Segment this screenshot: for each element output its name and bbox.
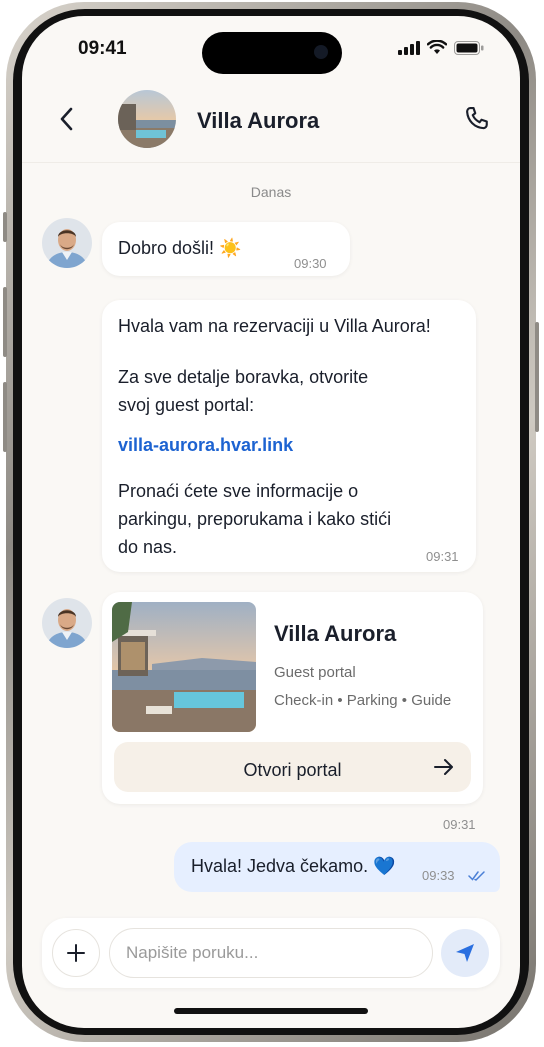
battery-icon [454,40,484,55]
card-features: Check-in • Parking • Guide [274,692,452,709]
volume-down-button [3,382,7,452]
screen: 09:41 Villa Aurora Danas Dobro došli! ☀️… [22,16,520,1028]
volume-up-button [3,287,7,357]
message-text: Za sve detalje boravka, otvorite [118,367,369,387]
wifi-icon [427,40,447,54]
message-text: parkingu, preporukama i kako stići [118,509,392,529]
message-text: Dobro došli! ☀️ [118,238,242,258]
silent-switch [3,212,7,242]
message-text: svoj guest portal: [118,395,255,415]
message-bubble: Hvala vam na rezervaciji u Villa Aurora!… [102,300,476,572]
message-text: Hvala! Jedva čekamo. 💙 [191,856,396,876]
plus-icon [67,944,85,962]
dynamic-island [202,32,342,74]
message-time: 09:30 [294,256,327,271]
status-time: 09:41 [78,38,127,59]
send-icon [456,944,474,962]
my-message-bubble: Hvala! Jedva čekamo. 💙 09:33 [174,842,500,892]
signal-icon [398,40,420,55]
send-button[interactable] [441,929,489,977]
host-avatar[interactable] [42,598,92,648]
add-attachment-button[interactable] [52,929,100,977]
message-time: 09:31 [426,549,459,564]
home-indicator [174,1008,368,1014]
phone-icon[interactable] [462,104,492,134]
message-input[interactable] [109,928,433,978]
host-avatar[interactable] [42,218,92,268]
read-receipt-icon [468,871,485,881]
open-portal-label: Otvori portal [243,760,342,780]
portal-card: Villa Aurora Guest portal Check-in • Par… [102,592,483,804]
villa-photo [112,602,256,732]
camera-icon [314,45,328,59]
villa-avatar[interactable] [118,90,176,148]
back-chevron-icon[interactable] [54,104,80,134]
message-bubble: Dobro došli! ☀️ 09:30 [102,222,350,276]
message-text: do nas. [118,537,178,557]
date-separator: Danas [250,184,292,200]
message-text: Pronaći ćete sve informacije o [118,481,359,501]
composer [42,918,500,988]
arrow-right-icon [434,759,453,775]
status-icons [398,40,484,55]
power-button [535,322,539,432]
card-title: Villa Aurora [274,621,397,646]
message-time: 09:33 [422,868,455,883]
card-time: 09:31 [443,817,476,832]
open-portal-button[interactable]: Otvori portal [114,742,471,792]
card-subtitle: Guest portal [274,664,356,681]
chat-title: Villa Aurora [197,108,320,133]
portal-link[interactable]: villa-aurora.hvar.link [118,432,293,459]
chat-header: Villa Aurora [22,84,520,163]
message-text: Hvala vam na rezervaciji u Villa Aurora! [118,316,431,336]
